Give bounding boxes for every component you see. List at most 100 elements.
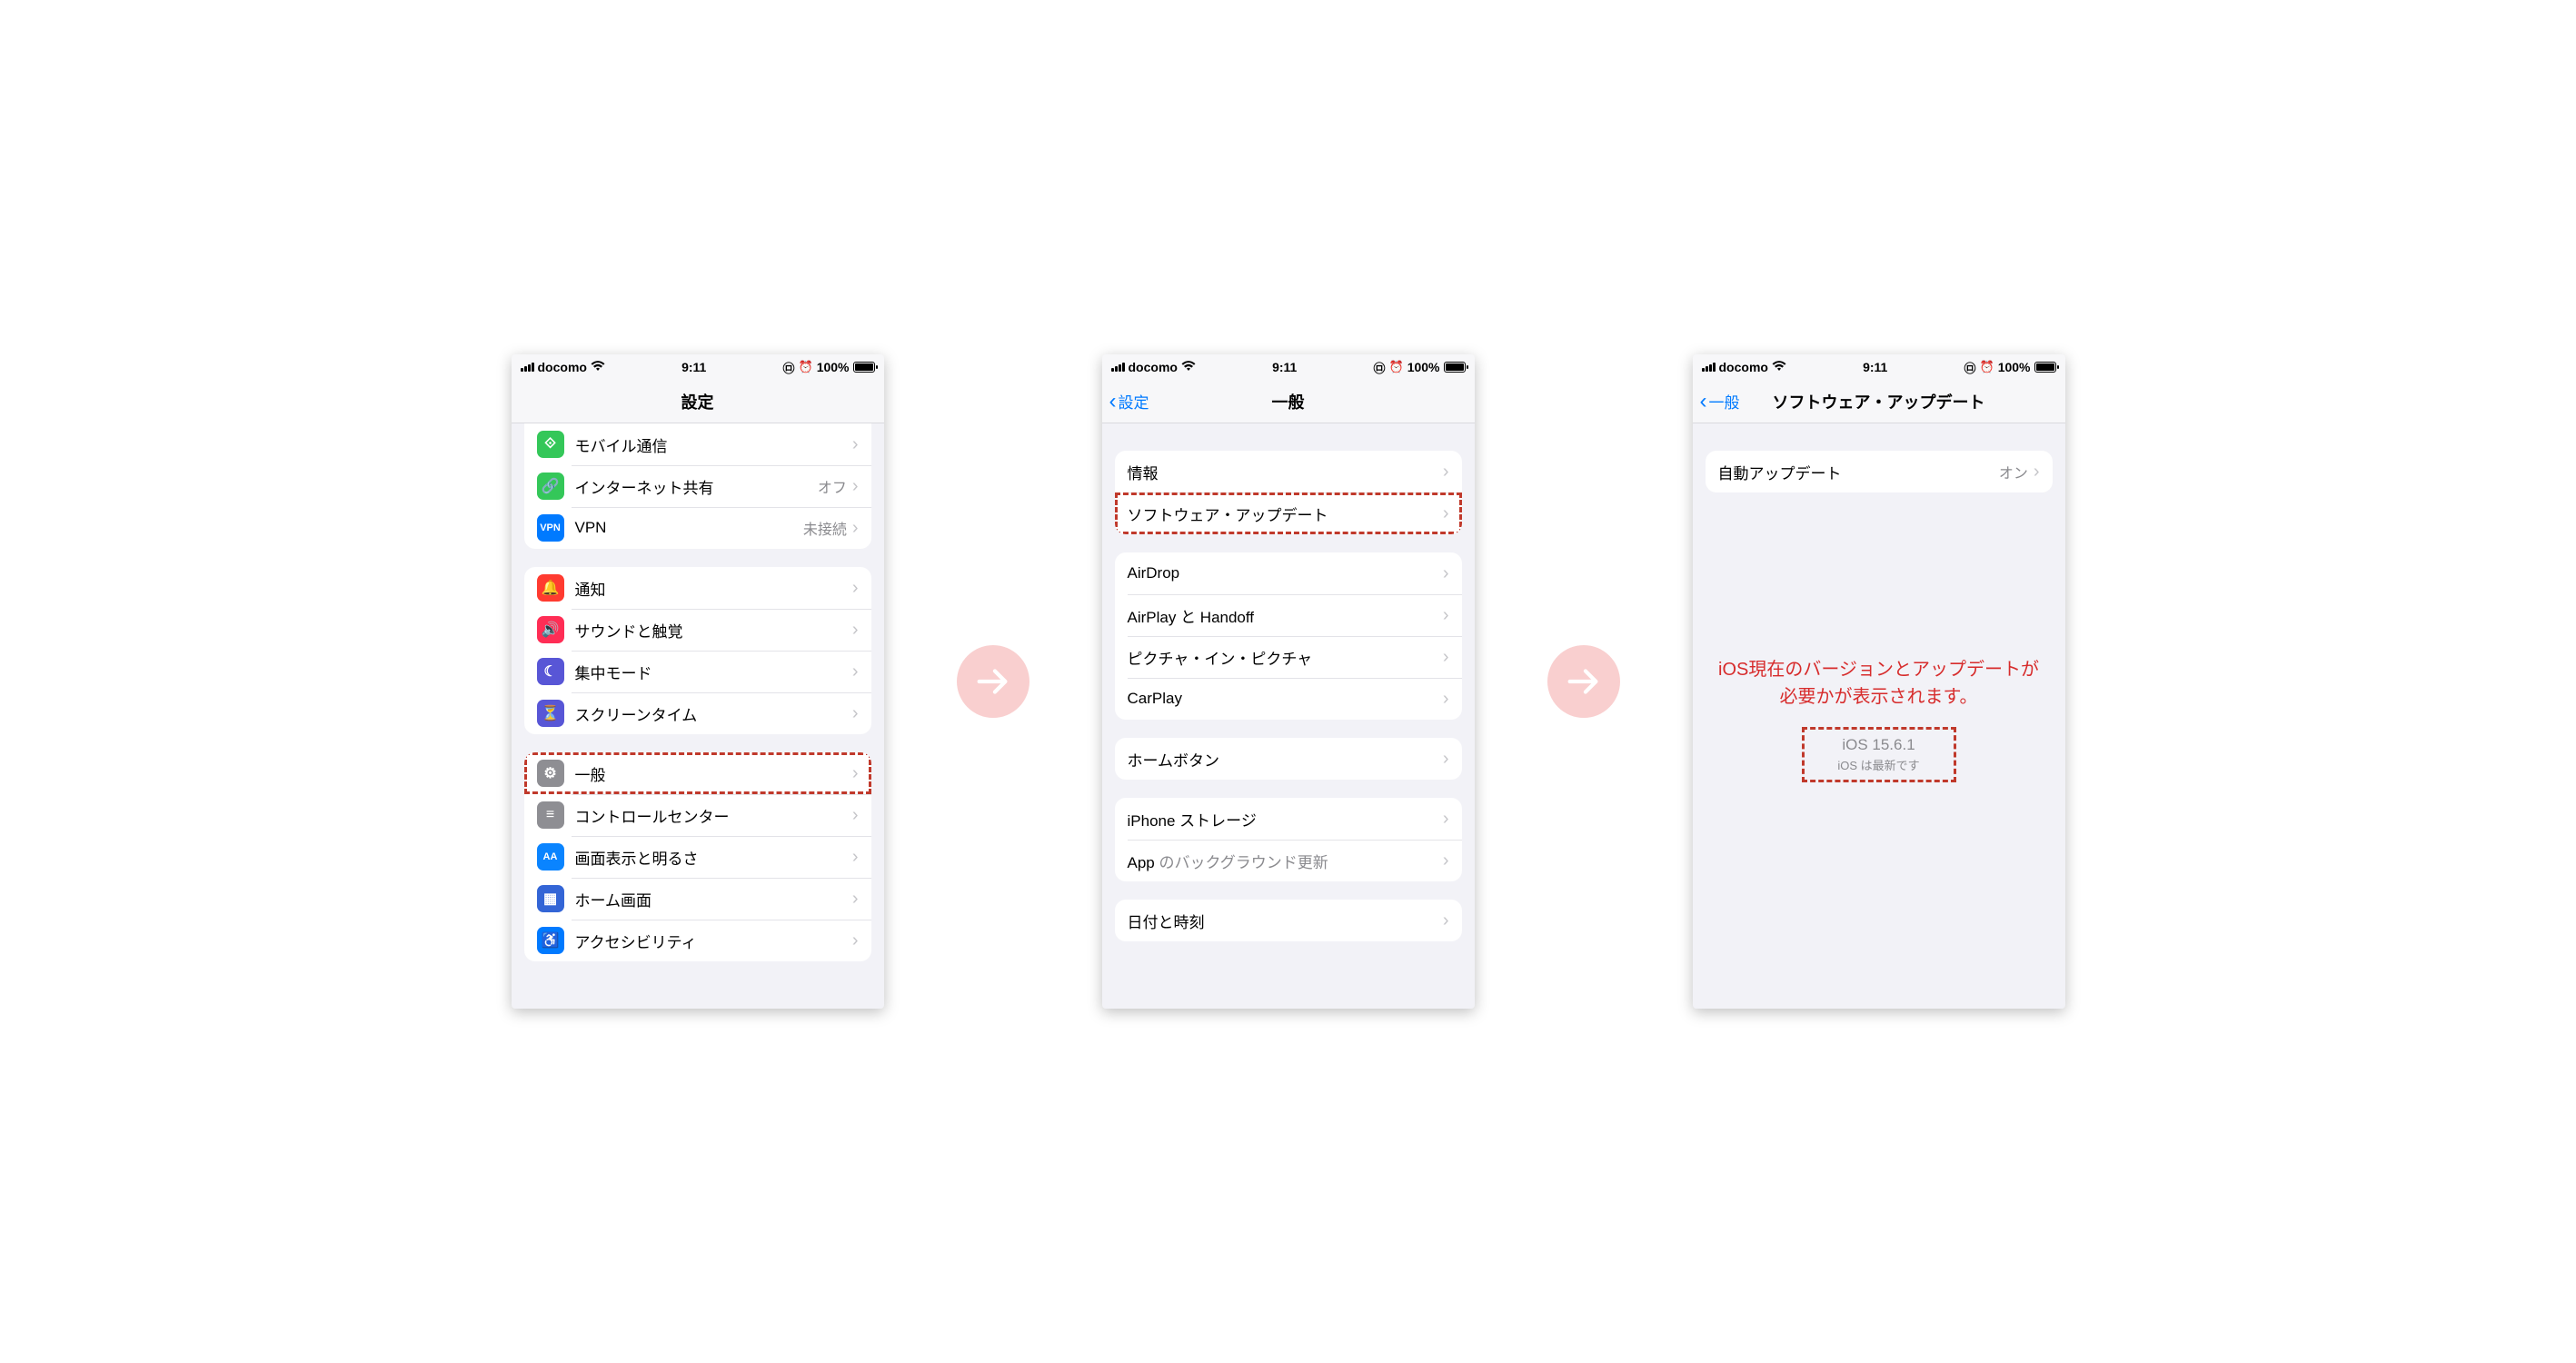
settings-row[interactable]: ≡コントロールセンター› xyxy=(524,794,871,836)
row-auto-update[interactable]: 自動アップデート オン › xyxy=(1706,451,2053,492)
row-value: 未接続 xyxy=(803,517,847,539)
chevron-right-icon: › xyxy=(1443,689,1449,710)
settings-row[interactable]: ▦ ホーム画面› xyxy=(524,878,871,920)
settings-row[interactable]: 情報› xyxy=(1115,451,1462,492)
row-label: AirPlay と Handoff xyxy=(1128,604,1443,627)
chevron-right-icon: › xyxy=(852,476,859,497)
settings-row[interactable]: ⏳ スクリーンタイム› xyxy=(524,692,871,734)
chevron-right-icon: › xyxy=(1443,503,1449,524)
row-label: アクセシビリティ xyxy=(575,930,852,952)
page-title: 設定 xyxy=(681,390,714,413)
settings-row[interactable]: App のバックグラウンド更新› xyxy=(1115,840,1462,881)
status-bar: docomo 9:11 ㋺ ⏰ 100% xyxy=(1693,354,2065,380)
settings-row[interactable]: AirPlay と Handoff› xyxy=(1115,594,1462,636)
chevron-left-icon: ‹ xyxy=(1109,391,1117,413)
page-title: ソフトウェア・アップデート xyxy=(1773,390,1985,413)
chevron-right-icon: › xyxy=(852,930,859,951)
row-label: ソフトウェア・アップデート xyxy=(1128,502,1443,525)
chevron-right-icon: › xyxy=(852,703,859,724)
chevron-right-icon: › xyxy=(852,847,859,868)
chevron-right-icon: › xyxy=(852,662,859,682)
settings-group-notifications: 🔔通知›🔊サウンドと触覚›☾集中モード›⏳スクリーンタイム› xyxy=(524,567,871,734)
row-label: コントロールセンター xyxy=(575,804,852,827)
battery-icon xyxy=(853,362,875,373)
hourglass-icon: ⏳ xyxy=(537,700,564,727)
status-bar: docomo 9:11 ㋺ ⏰ 100% xyxy=(512,354,884,380)
settings-row[interactable]: AirDrop› xyxy=(1115,552,1462,594)
vpn-icon: VPN xyxy=(537,514,564,542)
switches-icon: ≡ xyxy=(537,801,564,829)
settings-row[interactable]: 🔊サウンドと触覚› xyxy=(524,609,871,651)
gear-icon: ⚙ xyxy=(537,760,564,787)
nav-bar: 設定 xyxy=(512,380,884,423)
row-label: CarPlay xyxy=(1128,690,1443,708)
wifi-icon xyxy=(1772,361,1786,374)
settings-row[interactable]: CarPlay› xyxy=(1115,678,1462,720)
chevron-left-icon: ‹ xyxy=(1700,391,1707,413)
settings-row[interactable]: ☾集中モード› xyxy=(524,651,871,692)
signal-icon xyxy=(1702,363,1716,372)
arrow-next-icon xyxy=(1547,645,1620,718)
clock: 9:11 xyxy=(1863,360,1887,374)
link-icon: 🔗 xyxy=(537,473,564,500)
row-value: オン xyxy=(1999,461,2028,483)
orientation-lock-icon: ㋺ xyxy=(1964,359,1975,376)
chevron-right-icon: › xyxy=(1443,809,1449,830)
back-button[interactable]: ‹ 一般 xyxy=(1700,380,1740,423)
settings-row[interactable]: 🔗 インターネット共有オフ› xyxy=(524,465,871,507)
row-label: インターネット共有 xyxy=(575,475,818,498)
settings-row[interactable]: ⚙一般› xyxy=(524,752,871,794)
nav-bar: ‹ 一般 ソフトウェア・アップデート xyxy=(1693,380,2065,423)
row-label: ホーム画面 xyxy=(575,888,852,910)
signal-icon xyxy=(521,363,534,372)
settings-row[interactable]: ピクチャ・イン・ピクチャ› xyxy=(1115,636,1462,678)
chevron-right-icon: › xyxy=(1443,563,1449,584)
auto-update-group: 自動アップデート オン › xyxy=(1706,451,2053,492)
battery-pct: 100% xyxy=(1407,360,1440,374)
row-label: 一般 xyxy=(575,762,852,785)
chevron-right-icon: › xyxy=(1443,910,1449,931)
settings-row[interactable]: iPhone ストレージ› xyxy=(1115,798,1462,840)
settings-row[interactable]: 🔔通知› xyxy=(524,567,871,609)
row-label: 日付と時刻 xyxy=(1128,910,1443,932)
chevron-right-icon: › xyxy=(1443,851,1449,871)
row-label: 集中モード xyxy=(575,661,852,683)
row-label: ピクチャ・イン・ピクチャ xyxy=(1128,646,1443,669)
row-label: モバイル通信 xyxy=(575,433,852,456)
battery-pct: 100% xyxy=(1998,360,2031,374)
chevron-right-icon: › xyxy=(2034,462,2040,483)
grid-icon: ▦ xyxy=(537,885,564,912)
chevron-right-icon: › xyxy=(852,434,859,455)
back-label: 一般 xyxy=(1709,390,1740,413)
chevron-right-icon: › xyxy=(852,620,859,641)
settings-row[interactable]: ホームボタン› xyxy=(1115,738,1462,780)
settings-row[interactable]: AA画面表示と明るさ› xyxy=(524,836,871,878)
settings-row[interactable]: ♿アクセシビリティ› xyxy=(524,920,871,961)
settings-row[interactable]: VPNVPN未接続› xyxy=(524,507,871,549)
settings-row[interactable]: ⟐モバイル通信› xyxy=(524,423,871,465)
clock: 9:11 xyxy=(681,360,706,374)
general-group-datetime: 日付と時刻› xyxy=(1115,900,1462,941)
alarm-icon: ⏰ xyxy=(1980,360,1994,374)
settings-row[interactable]: ソフトウェア・アップデート› xyxy=(1115,492,1462,534)
chevron-right-icon: › xyxy=(852,889,859,910)
settings-row[interactable]: 日付と時刻› xyxy=(1115,900,1462,941)
carrier-label: docomo xyxy=(538,360,587,374)
settings-group-general: ⚙一般›≡コントロールセンター›AA画面表示と明るさ›▦ホーム画面›♿アクセシビ… xyxy=(524,752,871,961)
arrow-next-icon xyxy=(957,645,1029,718)
chevron-right-icon: › xyxy=(1443,462,1449,483)
row-label: VPN xyxy=(575,519,803,537)
signal-icon xyxy=(1111,363,1125,372)
nav-bar: ‹ 設定 一般 xyxy=(1102,380,1475,423)
row-label: 画面表示と明るさ xyxy=(575,846,852,869)
speaker-icon: 🔊 xyxy=(537,616,564,643)
chevron-right-icon: › xyxy=(852,578,859,599)
row-label: スクリーンタイム xyxy=(575,702,852,725)
clock: 9:11 xyxy=(1272,360,1297,374)
back-button[interactable]: ‹ 設定 xyxy=(1109,380,1149,423)
general-group-homebutton: ホームボタン› xyxy=(1115,738,1462,780)
row-value: オフ xyxy=(818,475,847,497)
alarm-icon: ⏰ xyxy=(1389,360,1404,374)
row-label: iPhone ストレージ xyxy=(1128,808,1443,831)
battery-icon xyxy=(2034,362,2056,373)
